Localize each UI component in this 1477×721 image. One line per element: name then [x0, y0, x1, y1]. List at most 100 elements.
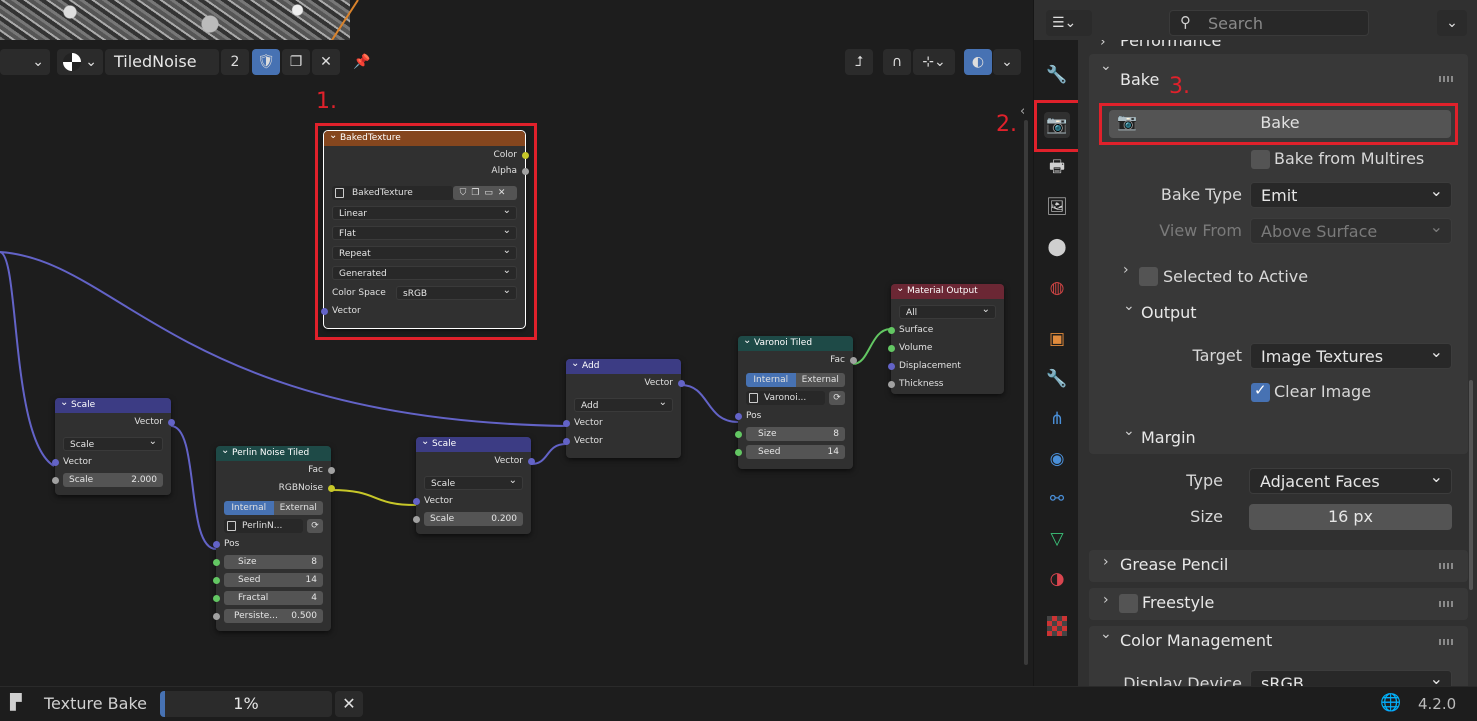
socket[interactable]	[212, 612, 220, 620]
socket[interactable]	[562, 437, 570, 445]
performance-panel-header[interactable]: Performance	[1120, 40, 1221, 50]
search-input[interactable]: ⚲ Search	[1169, 10, 1369, 36]
grease-pencil-header[interactable]: Grease Pencil	[1120, 555, 1228, 574]
selected-to-active-label[interactable]: Selected to Active	[1163, 267, 1308, 286]
editor-type-dropdown[interactable]: ☰⌄	[1046, 10, 1092, 36]
scale-field[interactable]: Scale 2.000	[51, 471, 171, 489]
operation-dropdown[interactable]: Scale	[55, 435, 171, 453]
socket[interactable]	[167, 418, 175, 426]
size-field[interactable]: Size 8	[212, 553, 331, 571]
socket[interactable]	[734, 448, 742, 456]
voronoi-tiled-node[interactable]: Varonoi Tiled Fac InternalExternal Varon…	[734, 333, 857, 469]
socket[interactable]	[412, 497, 420, 505]
socket[interactable]	[887, 326, 895, 334]
target-dropdown[interactable]: Image Textures	[1250, 339, 1452, 369]
drag-handle-icon[interactable]	[1439, 563, 1453, 569]
socket[interactable]	[212, 540, 220, 548]
socket[interactable]	[887, 344, 895, 352]
drag-handle-icon[interactable]	[1439, 601, 1453, 607]
modifier-tab-icon[interactable]: 🔧	[1044, 366, 1070, 392]
operation-dropdown[interactable]: Scale	[416, 474, 531, 492]
chevron-down-icon[interactable]: ⌄	[1100, 626, 1112, 642]
node-title[interactable]: Scale	[416, 434, 531, 452]
operation-dropdown[interactable]: Add	[566, 396, 681, 414]
display-device-dropdown[interactable]: sRGB	[1250, 666, 1452, 686]
tab-external[interactable]: External	[273, 501, 323, 515]
freestyle-panel[interactable]: › Freestyle	[1089, 588, 1468, 620]
persistence-field[interactable]: Persiste... 0.500	[212, 607, 331, 625]
seed-field[interactable]: Seed 14	[212, 571, 331, 589]
freestyle-checkbox[interactable]	[1119, 594, 1138, 613]
clear-image-checkbox[interactable]	[1251, 381, 1270, 402]
tab-internal[interactable]: Internal	[746, 373, 796, 387]
group-datablock[interactable]: Varonoi... ⟳	[738, 389, 853, 407]
drag-handle-icon[interactable]	[1439, 639, 1453, 645]
perlin-noise-tiled-node[interactable]: Perlin Noise Tiled Fac RGBNoise Internal…	[212, 443, 335, 631]
constraints-tab-icon[interactable]: ⚯	[1044, 486, 1070, 512]
socket[interactable]	[212, 594, 220, 602]
particles-tab-icon[interactable]: ⋔	[1044, 406, 1070, 432]
socket[interactable]	[562, 419, 570, 427]
node-title[interactable]: Scale	[55, 395, 171, 413]
node-editor[interactable]: ⌄ ⌄ TiledNoise 2 🛡 ❐ ✕ 📌 ⮥ ∩ ⊹⌄ ◐ ⌄ ⌄ Ba…	[0, 0, 1033, 686]
editor-scrollbar[interactable]	[1024, 120, 1028, 665]
chevron-down-icon[interactable]: ⌄	[1100, 58, 1112, 74]
world-tab-icon[interactable]: ◍	[1044, 275, 1070, 301]
selected-to-active-checkbox[interactable]	[1139, 267, 1158, 286]
tab-internal[interactable]: Internal	[224, 501, 274, 515]
physics-tab-icon[interactable]: ◉	[1044, 446, 1070, 472]
refresh-icon[interactable]: ⟳	[307, 519, 323, 533]
color-management-header[interactable]: Color Management	[1120, 631, 1272, 650]
tab-external[interactable]: External	[795, 373, 845, 387]
freestyle-header[interactable]: Freestyle	[1142, 593, 1214, 612]
material-tab-icon[interactable]: ◑	[1044, 566, 1070, 592]
node-title[interactable]: Add	[566, 356, 681, 374]
texture-tab-icon[interactable]	[1047, 616, 1067, 636]
socket[interactable]	[849, 356, 857, 364]
drag-handle-icon[interactable]	[1439, 76, 1453, 82]
socket[interactable]	[734, 430, 742, 438]
group-datablock[interactable]: PerlinN... ⟳	[216, 517, 331, 535]
chevron-down-icon[interactable]: ⌄	[1123, 298, 1135, 314]
scale-node-2[interactable]: Scale Vector Scale Vector Scale0.200	[412, 434, 535, 534]
socket[interactable]	[887, 380, 895, 388]
tool-tab-icon[interactable]: 🔧	[1044, 62, 1070, 88]
refresh-icon[interactable]: ⟳	[829, 391, 845, 405]
margin-type-dropdown[interactable]: Adjacent Faces	[1249, 464, 1452, 494]
material-output-node[interactable]: Material Output All Surface Volume Displ…	[887, 281, 1004, 394]
size-field[interactable]: Size 8	[734, 425, 853, 443]
node-title[interactable]: Perlin Noise Tiled	[216, 443, 331, 461]
output-subpanel-header[interactable]: Output	[1141, 303, 1197, 322]
chevron-right-icon[interactable]: ›	[1123, 262, 1129, 278]
sidebar-toggle-arrow[interactable]: ‹	[1020, 104, 1025, 119]
scene-tab-icon[interactable]: ⬤	[1044, 234, 1070, 260]
chevron-down-icon[interactable]: ⌄	[1123, 423, 1135, 439]
socket[interactable]	[887, 362, 895, 370]
socket[interactable]	[212, 558, 220, 566]
cancel-job-button[interactable]: ✕	[335, 691, 363, 717]
scale-field[interactable]: Scale 0.200	[412, 510, 531, 528]
add-node[interactable]: Add Vector Add Vector Vector	[562, 356, 685, 458]
target-dropdown[interactable]: All	[891, 303, 1004, 321]
socket[interactable]	[212, 576, 220, 584]
socket[interactable]	[327, 484, 335, 492]
options-dropdown[interactable]: ⌄	[1437, 10, 1467, 36]
socket[interactable]	[51, 458, 59, 466]
socket[interactable]	[734, 412, 742, 420]
fractal-field[interactable]: Fractal 4	[212, 589, 331, 607]
socket[interactable]	[412, 515, 420, 523]
seed-field[interactable]: Seed 14	[734, 443, 853, 461]
socket[interactable]	[51, 476, 59, 484]
socket[interactable]	[677, 379, 685, 387]
properties-scrollbar[interactable]	[1469, 380, 1473, 590]
object-tab-icon[interactable]: ▣	[1044, 326, 1070, 352]
margin-size-field[interactable]: 16 px	[1249, 504, 1452, 530]
view-layer-tab-icon[interactable]: 🖼	[1044, 194, 1070, 220]
socket[interactable]	[327, 466, 335, 474]
socket[interactable]	[527, 457, 535, 465]
scale-node-1[interactable]: Scale Vector Scale Vector Scale2.000	[51, 395, 175, 495]
bake-panel-header[interactable]: Bake	[1120, 70, 1159, 89]
bake-type-dropdown[interactable]: Emit	[1250, 178, 1452, 208]
node-title[interactable]: Material Output	[891, 281, 1004, 299]
bake-from-multires-checkbox[interactable]	[1251, 150, 1270, 169]
